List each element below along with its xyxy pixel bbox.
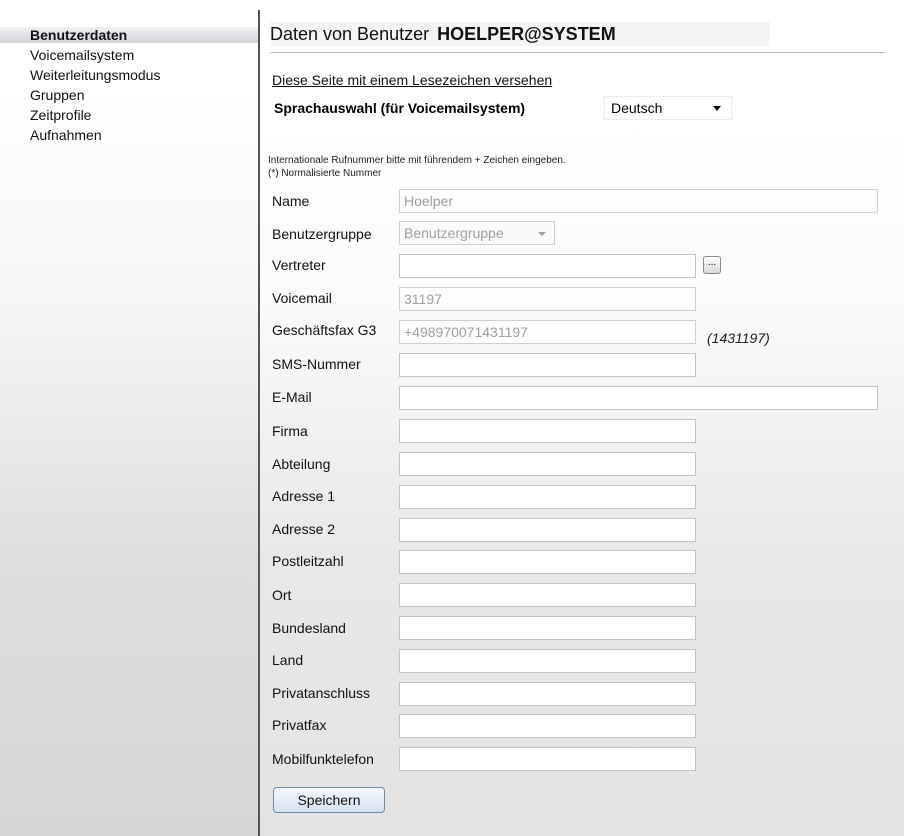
title-divider [270, 52, 886, 53]
address2-label: Adresse 2 [272, 521, 336, 537]
state-label: Bundesland [272, 620, 346, 636]
sidebar-item-zeitprofile[interactable]: Zeitprofile [0, 105, 258, 125]
deputy-label: Vertreter [272, 257, 326, 273]
zip-label: Postleitzahl [272, 553, 344, 569]
country-field[interactable] [399, 649, 696, 673]
language-select[interactable]: Deutsch [604, 96, 732, 120]
sms-label: SMS-Nummer [272, 356, 361, 372]
group-label: Benutzergruppe [272, 226, 372, 242]
page-title: Daten von Benutzer HOELPER@SYSTEM [270, 22, 770, 46]
language-select-value: Deutsch [611, 100, 663, 116]
email-label: E-Mail [272, 389, 312, 405]
phone-hint-line-2: (*) Normalisierte Nummer [268, 168, 382, 179]
voicemail-label: Voicemail [272, 290, 332, 306]
fax-field[interactable] [399, 320, 696, 344]
language-label: Sprachauswahl (für Voicemailsystem) [274, 100, 526, 116]
sidebar-item-gruppen[interactable]: Gruppen [0, 85, 258, 105]
sidebar: Benutzerdaten Voicemailsystem Weiterleit… [0, 0, 258, 836]
name-label: Name [272, 193, 310, 209]
page-title-text: Daten von Benutzer [270, 24, 430, 44]
phone-hint: Internationale Rufnummer bitte mit führe… [268, 154, 566, 180]
email-field[interactable] [399, 386, 878, 410]
sidebar-item-benutzerdaten[interactable]: Benutzerdaten [0, 27, 258, 43]
group-select[interactable]: Benutzergruppe [399, 221, 555, 245]
name-field[interactable] [399, 189, 878, 213]
country-label: Land [272, 652, 304, 668]
city-field[interactable] [399, 583, 696, 607]
private-phone-field[interactable] [399, 682, 696, 706]
address1-label: Adresse 1 [272, 488, 336, 504]
chevron-down-icon [538, 232, 546, 236]
save-button[interactable]: Speichern [273, 787, 385, 813]
chevron-down-icon [713, 106, 721, 111]
main-panel: Daten von Benutzer HOELPER@SYSTEM Diese S… [260, 0, 904, 836]
fax-label: Geschäftsfax G3 [272, 322, 377, 338]
page-title-user: HOELPER@SYSTEM [437, 24, 616, 44]
sidebar-item-weiterleitungsmodus[interactable]: Weiterleitungsmodus [0, 65, 258, 85]
sidebar-item-aufnahmen[interactable]: Aufnahmen [0, 125, 258, 145]
bookmark-link[interactable]: Diese Seite mit einem Lesezeichen verseh… [272, 72, 552, 88]
company-field[interactable] [399, 419, 696, 443]
sidebar-item-voicemailsystem[interactable]: Voicemailsystem [0, 45, 258, 65]
department-field[interactable] [399, 452, 696, 476]
mobile-field[interactable] [399, 747, 696, 771]
city-label: Ort [272, 587, 292, 603]
company-label: Firma [272, 423, 308, 439]
address1-field[interactable] [399, 485, 696, 509]
mobile-label: Mobilfunktelefon [272, 751, 374, 767]
zip-field[interactable] [399, 550, 696, 574]
sms-field[interactable] [399, 353, 696, 377]
phone-hint-line-1: Internationale Rufnummer bitte mit führe… [268, 155, 566, 166]
private-phone-label: Privatanschluss [272, 685, 371, 701]
deputy-field[interactable] [399, 254, 696, 278]
fax-normalized-number: (1431197) [707, 330, 770, 346]
private-fax-field[interactable] [399, 714, 696, 738]
deputy-browse-button[interactable]: ... [703, 256, 721, 274]
voicemail-field[interactable] [399, 287, 696, 311]
group-select-value: Benutzergruppe [404, 225, 504, 241]
private-fax-label: Privatfax [272, 717, 327, 733]
sidebar-nav: Benutzerdaten Voicemailsystem Weiterleit… [0, 27, 258, 145]
address2-field[interactable] [399, 518, 696, 542]
department-label: Abteilung [272, 456, 331, 472]
state-field[interactable] [399, 616, 696, 640]
